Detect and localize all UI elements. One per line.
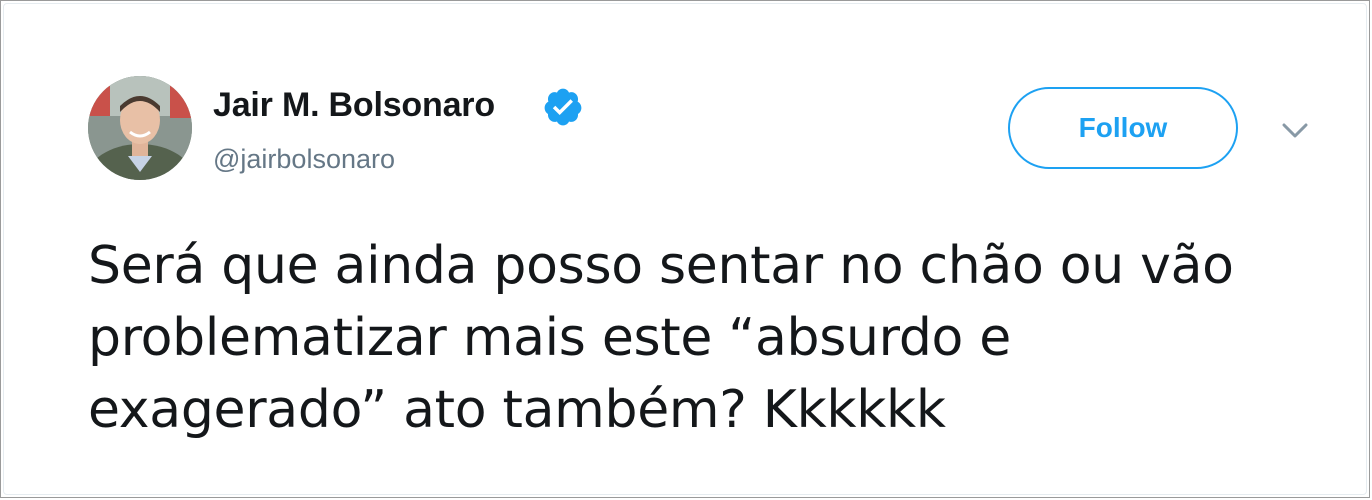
follow-button[interactable]: Follow [1008,87,1238,169]
tweet-text: Será que ainda posso sentar no chão ou v… [88,236,1234,440]
author-display-name[interactable]: Jair M. Bolsonaro [213,86,495,125]
chevron-down-icon[interactable] [1280,120,1310,142]
author-handle[interactable]: @jairbolsonaro [213,144,395,175]
verified-badge-icon [544,88,582,126]
profile-photo-icon [88,76,192,180]
avatar[interactable] [88,76,192,180]
